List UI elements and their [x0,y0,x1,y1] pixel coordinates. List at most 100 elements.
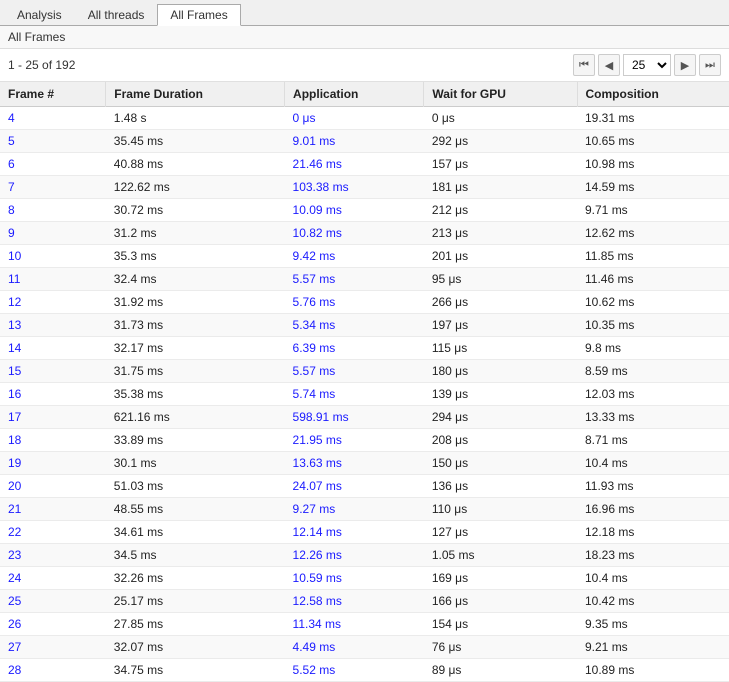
app-col: 12.58 ms [285,590,424,613]
tab-all-frames[interactable]: All Frames [157,4,240,26]
composition-col: 11.85 ms [577,245,729,268]
composition-col: 10.98 ms [577,153,729,176]
frame-col: 26 [0,613,106,636]
tab-analysis[interactable]: Analysis [4,3,75,25]
table-row[interactable]: 2051.03 ms24.07 ms136 μs11.93 ms [0,475,729,498]
table-row[interactable]: 1432.17 ms6.39 ms115 μs9.8 ms [0,337,729,360]
duration-col: 31.75 ms [106,360,285,383]
frame-col: 22 [0,521,106,544]
duration-col: 31.92 ms [106,291,285,314]
table-row[interactable]: 535.45 ms9.01 ms292 μs10.65 ms [0,130,729,153]
composition-col: 10.62 ms [577,291,729,314]
table-row[interactable]: 1132.4 ms5.57 ms95 μs11.46 ms [0,268,729,291]
app-col: 598.91 ms [285,406,424,429]
table-row[interactable]: 2627.85 ms11.34 ms154 μs9.35 ms [0,613,729,636]
next-page-button[interactable]: ▶ [674,54,696,76]
duration-col: 35.3 ms [106,245,285,268]
tab-all-threads[interactable]: All threads [75,3,158,25]
table-row[interactable]: 640.88 ms21.46 ms157 μs10.98 ms [0,153,729,176]
composition-col: 10.4 ms [577,567,729,590]
duration-col: 35.45 ms [106,130,285,153]
duration-col: 32.26 ms [106,567,285,590]
last-page-button[interactable]: ⏭ [699,54,721,76]
table-row[interactable]: 1930.1 ms13.63 ms150 μs10.4 ms [0,452,729,475]
first-page-button[interactable]: ⏮ [573,54,595,76]
table-row[interactable]: 2834.75 ms5.52 ms89 μs10.89 ms [0,659,729,682]
wait-gpu-col: 201 μs [424,245,577,268]
duration-col: 32.4 ms [106,268,285,291]
app-col: 6.39 ms [285,337,424,360]
wait-gpu-col: 150 μs [424,452,577,475]
app-col: 10.82 ms [285,222,424,245]
wait-gpu-col: 292 μs [424,130,577,153]
composition-col: 9.35 ms [577,613,729,636]
frame-col: 21 [0,498,106,521]
table-row[interactable]: 1331.73 ms5.34 ms197 μs10.35 ms [0,314,729,337]
wait-gpu-col: 208 μs [424,429,577,452]
frame-col: 27 [0,636,106,659]
table-row[interactable]: 41.48 s0 μs0 μs19.31 ms [0,107,729,130]
app-col: 9.01 ms [285,130,424,153]
duration-col: 40.88 ms [106,153,285,176]
duration-col: 51.03 ms [106,475,285,498]
app-col: 11.34 ms [285,613,424,636]
frame-col: 5 [0,130,106,153]
app-col: 24.07 ms [285,475,424,498]
table-row[interactable]: 1231.92 ms5.76 ms266 μs10.62 ms [0,291,729,314]
table-row[interactable]: 2432.26 ms10.59 ms169 μs10.4 ms [0,567,729,590]
app-col: 5.74 ms [285,383,424,406]
duration-col: 25.17 ms [106,590,285,613]
sub-header-label: All Frames [8,30,65,44]
app-col: 10.59 ms [285,567,424,590]
pagination-bar: 1 - 25 of 192 ⏮ ◀ 25 10 50 100 ▶ ⏭ [0,49,729,82]
pagination-info: 1 - 25 of 192 [8,58,75,72]
col-header-frame: Frame # [0,82,106,107]
sub-header: All Frames [0,26,729,49]
app-col: 5.34 ms [285,314,424,337]
table-row[interactable]: 1833.89 ms21.95 ms208 μs8.71 ms [0,429,729,452]
wait-gpu-col: 181 μs [424,176,577,199]
composition-col: 10.35 ms [577,314,729,337]
wait-gpu-col: 110 μs [424,498,577,521]
composition-col: 12.03 ms [577,383,729,406]
table-row[interactable]: 1035.3 ms9.42 ms201 μs11.85 ms [0,245,729,268]
composition-col: 10.4 ms [577,452,729,475]
composition-col: 12.18 ms [577,521,729,544]
col-header-duration: Frame Duration [106,82,285,107]
duration-col: 30.72 ms [106,199,285,222]
pagination-controls: ⏮ ◀ 25 10 50 100 ▶ ⏭ [573,54,721,76]
duration-col: 30.1 ms [106,452,285,475]
duration-col: 48.55 ms [106,498,285,521]
duration-col: 1.48 s [106,107,285,130]
app-col: 9.42 ms [285,245,424,268]
table-row[interactable]: 2334.5 ms12.26 ms1.05 ms18.23 ms [0,544,729,567]
frame-col: 24 [0,567,106,590]
prev-page-button[interactable]: ◀ [598,54,620,76]
app-col: 9.27 ms [285,498,424,521]
app-col: 12.14 ms [285,521,424,544]
duration-col: 34.61 ms [106,521,285,544]
col-header-composition: Composition [577,82,729,107]
app-col: 5.52 ms [285,659,424,682]
table-row[interactable]: 2732.07 ms4.49 ms76 μs9.21 ms [0,636,729,659]
composition-col: 18.23 ms [577,544,729,567]
table-row[interactable]: 2148.55 ms9.27 ms110 μs16.96 ms [0,498,729,521]
table-row[interactable]: 17621.16 ms598.91 ms294 μs13.33 ms [0,406,729,429]
frame-col: 14 [0,337,106,360]
app-col: 5.76 ms [285,291,424,314]
composition-col: 9.71 ms [577,199,729,222]
wait-gpu-col: 154 μs [424,613,577,636]
table-row[interactable]: 2234.61 ms12.14 ms127 μs12.18 ms [0,521,729,544]
app-col: 5.57 ms [285,360,424,383]
table-row[interactable]: 1635.38 ms5.74 ms139 μs12.03 ms [0,383,729,406]
table-row[interactable]: 2525.17 ms12.58 ms166 μs10.42 ms [0,590,729,613]
page-size-select[interactable]: 25 10 50 100 [623,54,671,76]
table-row[interactable]: 830.72 ms10.09 ms212 μs9.71 ms [0,199,729,222]
duration-col: 34.75 ms [106,659,285,682]
duration-col: 27.85 ms [106,613,285,636]
table-row[interactable]: 931.2 ms10.82 ms213 μs12.62 ms [0,222,729,245]
wait-gpu-col: 212 μs [424,199,577,222]
app-col: 13.63 ms [285,452,424,475]
table-row[interactable]: 7122.62 ms103.38 ms181 μs14.59 ms [0,176,729,199]
table-row[interactable]: 1531.75 ms5.57 ms180 μs8.59 ms [0,360,729,383]
